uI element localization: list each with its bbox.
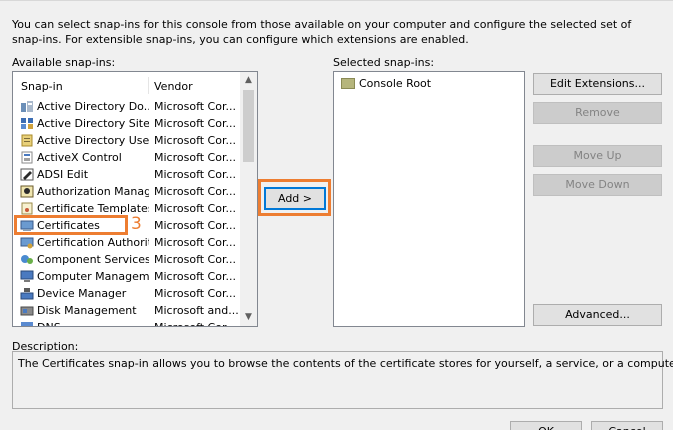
snapin-name: ADSI Edit bbox=[37, 168, 89, 181]
list-item[interactable]: Authorization Manager Microsoft Cor... bbox=[13, 183, 241, 200]
window-top-edge bbox=[0, 0, 673, 6]
tree-item-label: Console Root bbox=[359, 77, 432, 90]
snapin-vendor: Microsoft and... bbox=[154, 304, 239, 317]
list-item[interactable]: ADSI Edit Microsoft Cor... bbox=[13, 166, 241, 183]
snapin-name: ActiveX Control bbox=[37, 151, 122, 164]
move-down-button[interactable]: Move Down bbox=[533, 174, 662, 196]
adsi-edit-icon bbox=[20, 168, 34, 181]
available-snapins-list[interactable]: Snap-in Vendor Active Directory Do... Mi… bbox=[12, 71, 258, 327]
list-item[interactable]: ActiveX Control Microsoft Cor... bbox=[13, 149, 241, 166]
edit-extensions-button[interactable]: Edit Extensions... bbox=[533, 73, 662, 95]
snapin-name: Disk Management bbox=[37, 304, 137, 317]
certification-authority-icon bbox=[20, 236, 34, 249]
certificate-template-icon bbox=[20, 202, 34, 215]
snapin-name: Active Directory Do... bbox=[37, 100, 149, 113]
snapin-vendor: Microsoft Cor... bbox=[154, 287, 236, 300]
list-item[interactable]: Certification Authority Microsoft Cor... bbox=[13, 234, 241, 251]
snapin-name: Active Directory Site... bbox=[37, 117, 149, 130]
description-text: The Certificates snap-in allows you to b… bbox=[18, 357, 673, 370]
certificates-highlight bbox=[14, 215, 128, 235]
column-separator[interactable] bbox=[148, 77, 149, 94]
snapin-vendor: Microsoft Cor... bbox=[154, 202, 236, 215]
snapin-vendor: Microsoft Cor... bbox=[154, 117, 236, 130]
list-item[interactable]: Active Directory Site... Microsoft Cor..… bbox=[13, 115, 241, 132]
scroll-down-arrow-icon[interactable]: ▼ bbox=[240, 309, 257, 326]
scrollbar-thumb[interactable] bbox=[243, 90, 254, 162]
activex-icon bbox=[20, 151, 34, 164]
snapin-name: Active Directory Use... bbox=[37, 134, 149, 147]
snapin-vendor: Microsoft Cor... bbox=[154, 134, 236, 147]
move-up-button[interactable]: Move Up bbox=[533, 145, 662, 167]
snapin-name: Component Services bbox=[37, 253, 149, 266]
selected-snapins-tree[interactable]: Console Root bbox=[333, 71, 525, 327]
snapin-vendor: Microsoft Cor... bbox=[154, 270, 236, 283]
cancel-button[interactable]: Cancel bbox=[591, 421, 663, 430]
authorization-icon bbox=[20, 185, 34, 198]
computer-management-icon bbox=[20, 270, 34, 283]
list-item[interactable]: Disk Management Microsoft and... bbox=[13, 302, 241, 319]
column-header-snapin[interactable]: Snap-in bbox=[21, 78, 63, 96]
list-scrollbar[interactable]: ▲ ▼ bbox=[240, 72, 257, 326]
available-snapins-label: Available snap-ins: bbox=[12, 56, 116, 69]
snapin-vendor: Microsoft Cor... bbox=[154, 185, 236, 198]
folder-icon bbox=[341, 78, 355, 89]
advanced-button[interactable]: Advanced... bbox=[533, 304, 662, 326]
snapin-vendor: Microsoft Cor... bbox=[154, 219, 236, 232]
list-item[interactable]: Computer Managem... Microsoft Cor... bbox=[13, 268, 241, 285]
device-manager-icon bbox=[20, 287, 34, 300]
dns-icon bbox=[20, 321, 34, 326]
disk-management-icon bbox=[20, 304, 34, 317]
snapin-vendor: Microsoft Cor... bbox=[154, 151, 236, 164]
snapin-name: DNS bbox=[37, 319, 149, 326]
list-item[interactable]: Component Services Microsoft Cor... bbox=[13, 251, 241, 268]
intro-text: You can select snap-ins for this console… bbox=[12, 18, 632, 46]
remove-button[interactable]: Remove bbox=[533, 102, 662, 124]
snapin-vendor: Microsoft Cor... bbox=[154, 319, 241, 326]
selected-snapins-label: Selected snap-ins: bbox=[333, 56, 435, 69]
ad-domains-icon bbox=[20, 100, 34, 113]
list-item[interactable]: Active Directory Do... Microsoft Cor... bbox=[13, 98, 241, 115]
step-3-label: 3 bbox=[131, 214, 142, 234]
add-button[interactable]: Add > bbox=[264, 187, 326, 210]
list-item[interactable]: DNS Microsoft Cor... bbox=[13, 319, 241, 326]
snapin-name: Computer Managem... bbox=[37, 270, 149, 283]
list-item[interactable]: Active Directory Use... Microsoft Cor... bbox=[13, 132, 241, 149]
component-services-icon bbox=[20, 253, 34, 266]
snapin-vendor: Microsoft Cor... bbox=[154, 100, 236, 113]
description-box: The Certificates snap-in allows you to b… bbox=[12, 351, 673, 409]
snapin-vendor: Microsoft Cor... bbox=[154, 236, 236, 249]
snapin-name: Certification Authority bbox=[37, 236, 149, 249]
list-item[interactable]: Device Manager Microsoft Cor... bbox=[13, 285, 241, 302]
ad-sites-icon bbox=[20, 117, 34, 130]
scroll-up-arrow-icon[interactable]: ▲ bbox=[240, 72, 257, 89]
snapin-vendor: Microsoft Cor... bbox=[154, 168, 236, 181]
snapin-name: Device Manager bbox=[37, 287, 127, 300]
column-header-vendor[interactable]: Vendor bbox=[154, 78, 193, 96]
ad-users-icon bbox=[20, 134, 34, 147]
ok-button[interactable]: OK bbox=[510, 421, 582, 430]
snapin-name: Authorization Manager bbox=[37, 185, 149, 198]
snapin-vendor: Microsoft Cor... bbox=[154, 253, 236, 266]
